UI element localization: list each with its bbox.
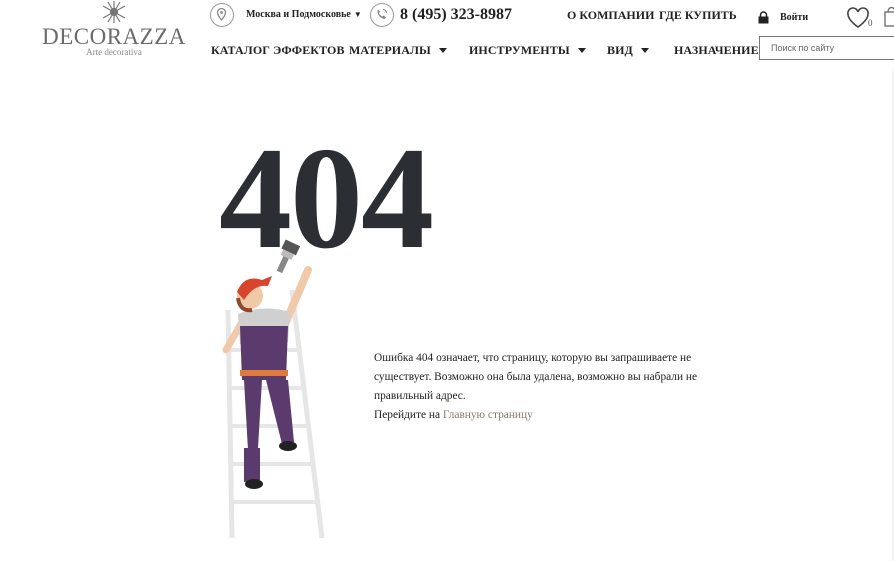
go-home-line: Перейдите на Главную страницу xyxy=(374,406,744,425)
about-link[interactable]: О КОМПАНИИ xyxy=(567,8,654,23)
phone-glyph xyxy=(377,9,387,19)
nav-item-purpose[interactable]: НАЗНАЧЕНИЕ xyxy=(674,43,759,58)
nav-item-label: ВИД xyxy=(607,43,633,57)
snowflake-logo-icon xyxy=(102,1,126,23)
location-pin-glyph xyxy=(216,7,227,22)
nav-item-label: ИНСТРУМЕНТЫ xyxy=(469,43,570,57)
home-page-link[interactable]: Главную страницу xyxy=(443,409,533,421)
logo-tagline: Arte decorativa xyxy=(86,47,142,57)
region-label: Москва и Подмосковье xyxy=(246,9,351,20)
login-link[interactable]: Войти xyxy=(780,12,808,23)
cart-icon[interactable] xyxy=(882,4,894,28)
nav-item-label: КАТАЛОГ ЭФФЕКТОВ xyxy=(211,43,345,57)
region-selector[interactable]: Москва и Подмосковье ▼ xyxy=(246,9,362,20)
error-message-block: Ошибка 404 означает, что страницу, котор… xyxy=(374,349,744,425)
go-home-prefix: Перейдите на xyxy=(374,409,441,421)
lock-icon xyxy=(758,11,769,24)
painter-illustration xyxy=(222,239,325,539)
nav-item-materials[interactable]: МАТЕРИАЛЫ xyxy=(349,43,447,58)
phone-number[interactable]: 8 (495) 323-8987 xyxy=(400,6,512,24)
wishlist-count: 0 xyxy=(868,18,873,28)
nav-item-label: МАТЕРИАЛЫ xyxy=(349,43,431,57)
nav-item-label: НАЗНАЧЕНИЕ xyxy=(674,43,759,57)
site-logo[interactable]: DECORAZZA Arte decorativa xyxy=(40,0,188,60)
caret-down-icon: ▼ xyxy=(353,10,362,19)
nav-item-view[interactable]: ВИД xyxy=(607,43,649,58)
caret-down-icon xyxy=(577,47,586,53)
where-to-buy-link[interactable]: ГДЕ КУПИТЬ xyxy=(659,8,737,23)
error-description: Ошибка 404 означает, что страницу, котор… xyxy=(374,352,698,402)
caret-down-icon xyxy=(438,47,447,53)
heart-icon[interactable] xyxy=(846,7,870,29)
nav-item-catalog[interactable]: КАТАЛОГ ЭФФЕКТОВ xyxy=(211,43,345,58)
location-pin-icon[interactable] xyxy=(210,3,234,27)
caret-down-icon xyxy=(640,47,649,53)
phone-icon[interactable] xyxy=(370,3,394,27)
nav-item-tools[interactable]: ИНСТРУМЕНТЫ xyxy=(469,43,586,58)
search-input[interactable] xyxy=(759,36,894,60)
